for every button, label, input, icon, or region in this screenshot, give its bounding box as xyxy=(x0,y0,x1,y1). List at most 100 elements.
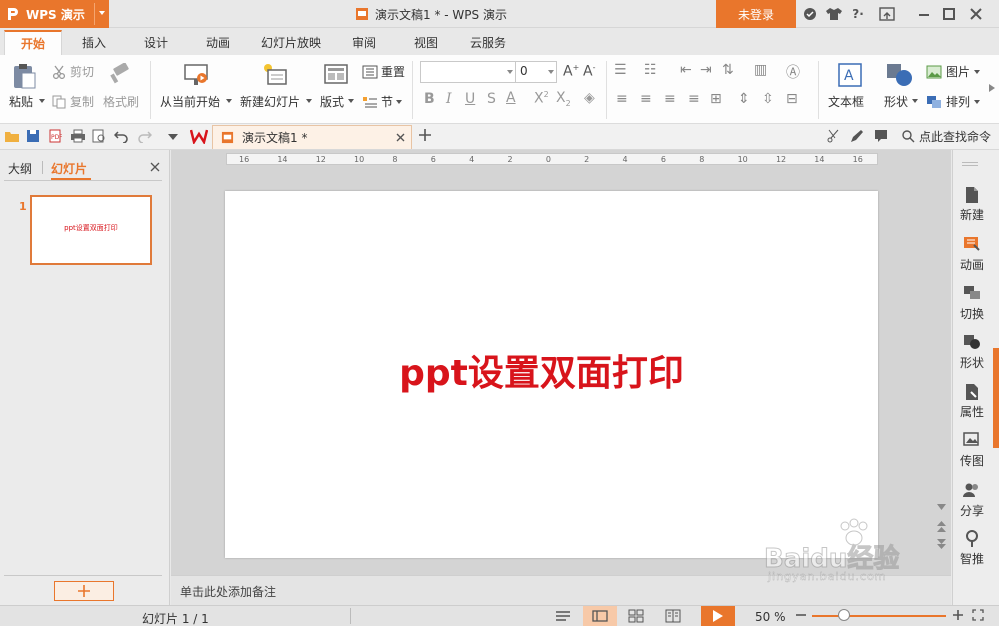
scroll-down-icon[interactable] xyxy=(937,504,946,510)
close-icon[interactable] xyxy=(968,6,984,22)
undo-icon[interactable] xyxy=(114,129,128,143)
side-panel-transition[interactable]: 切换 xyxy=(952,285,992,322)
theme-icon[interactable] xyxy=(824,6,844,22)
zoom-slider-track[interactable] xyxy=(812,615,946,617)
zoom-out-icon[interactable] xyxy=(795,609,807,621)
text-fit-icon[interactable]: Ⓐ xyxy=(786,62,800,82)
comment-icon[interactable] xyxy=(874,129,888,143)
format-painter-button[interactable]: 格式刷 xyxy=(103,93,139,110)
format-painter-icon[interactable] xyxy=(108,63,132,85)
paste-icon[interactable] xyxy=(10,62,38,90)
minimize-icon[interactable] xyxy=(916,6,932,22)
grow-font-icon[interactable]: A+ xyxy=(563,63,579,80)
tab-design[interactable]: 设计 xyxy=(132,30,180,55)
drag-handle-icon[interactable] xyxy=(962,162,978,163)
chevron-down-icon[interactable] xyxy=(306,99,312,103)
side-panel-animation[interactable]: 动画 xyxy=(952,236,992,273)
textbox-button[interactable]: 文本框 xyxy=(828,93,864,110)
app-menu-button[interactable]: WPS 演示 xyxy=(0,0,109,28)
picture-button[interactable]: 图片 xyxy=(926,63,981,80)
slide-canvas[interactable]: ppt设置双面打印 xyxy=(225,191,878,558)
document-tab[interactable]: 演示文稿1 * xyxy=(212,125,412,149)
numbering-icon[interactable]: ☷ xyxy=(644,62,657,78)
underline-icon[interactable]: U xyxy=(465,91,475,107)
slide-title[interactable]: ppt设置双面打印 xyxy=(225,344,858,396)
tab-animation[interactable]: 动画 xyxy=(194,30,242,55)
horizontal-ruler[interactable]: 16 14 12 10 8 6 4 2 0 2 4 6 8 10 12 14 16 xyxy=(226,153,878,165)
tab-slideshow[interactable]: 幻灯片放映 xyxy=(254,30,328,55)
layout-button[interactable]: 版式 xyxy=(320,93,344,110)
draw-icon[interactable] xyxy=(850,129,864,143)
slide-sorter-icon[interactable] xyxy=(628,609,644,623)
side-panel-new[interactable]: 新建 xyxy=(952,186,992,223)
restore-up-icon[interactable] xyxy=(879,6,895,22)
italic-icon[interactable]: I xyxy=(446,91,452,107)
cut-tool-icon[interactable] xyxy=(826,129,840,143)
command-search[interactable]: 点此查找命令 xyxy=(902,128,991,145)
maximize-icon[interactable] xyxy=(941,6,957,22)
new-tab-icon[interactable] xyxy=(418,128,432,142)
shadow-text-icon[interactable]: S xyxy=(487,91,496,107)
reading-view-icon[interactable] xyxy=(665,609,681,623)
chevron-down-icon[interactable] xyxy=(98,9,106,17)
wps-home-icon[interactable] xyxy=(190,128,208,144)
tab-cloud[interactable]: 云服务 xyxy=(460,30,516,55)
bullets-icon[interactable]: ☰ xyxy=(614,62,627,78)
slideshow-from-current-icon[interactable] xyxy=(183,62,209,88)
paste-button[interactable]: 粘贴 xyxy=(9,93,33,110)
save-icon[interactable] xyxy=(26,129,40,143)
paragraph-spacing-icon[interactable]: ⇳ xyxy=(762,91,774,107)
font-color-icon[interactable]: A xyxy=(506,90,516,106)
slide-thumbnail[interactable]: ppt设置双面打印 xyxy=(30,195,152,265)
align-left-icon[interactable]: ≡ xyxy=(616,91,628,107)
play-slideshow-button[interactable] xyxy=(701,606,735,626)
notes-toggle-icon[interactable] xyxy=(555,610,571,622)
normal-view-button[interactable] xyxy=(583,606,617,626)
superscript-icon[interactable]: X2 xyxy=(534,90,549,107)
chevron-down-icon[interactable] xyxy=(39,99,45,103)
close-pane-icon[interactable] xyxy=(150,162,160,172)
align-center-icon[interactable]: ≡ xyxy=(640,91,652,107)
from-current-button[interactable]: 从当前开始 xyxy=(160,93,220,110)
side-panel-shape[interactable]: 形状 xyxy=(952,334,992,371)
reset-button[interactable]: 重置 xyxy=(362,63,405,80)
skin-icon[interactable] xyxy=(802,6,818,22)
text-direction-icon[interactable]: ⇅ xyxy=(722,62,734,78)
open-folder-icon[interactable] xyxy=(4,129,20,143)
tab-outline[interactable]: 大纲 xyxy=(8,160,32,177)
decrease-indent-icon[interactable]: ⇤ xyxy=(680,62,692,78)
distribute-icon[interactable]: ⊞ xyxy=(710,91,722,107)
print-preview-icon[interactable] xyxy=(92,129,106,143)
side-panel-smart-push[interactable]: 智推 xyxy=(952,530,992,567)
fit-window-icon[interactable] xyxy=(972,609,984,621)
justify-icon[interactable]: ≡ xyxy=(688,91,700,107)
side-panel-share[interactable]: 分享 xyxy=(952,482,992,519)
font-name-combo[interactable] xyxy=(420,61,516,83)
increase-indent-icon[interactable]: ⇥ xyxy=(700,62,712,78)
bold-icon[interactable]: B xyxy=(424,91,435,107)
redo-icon[interactable] xyxy=(138,129,152,143)
chevron-down-icon[interactable] xyxy=(548,70,554,74)
textbox-icon[interactable]: A xyxy=(838,63,862,87)
line-spacing-icon[interactable]: ⇕ xyxy=(738,91,750,107)
shrink-font-icon[interactable]: A- xyxy=(583,63,595,80)
subscript-icon[interactable]: X2 xyxy=(556,90,571,108)
cut-button[interactable]: 剪切 xyxy=(52,63,94,80)
new-slide-icon[interactable] xyxy=(262,62,288,88)
vertical-align-icon[interactable]: ⊟ xyxy=(786,91,798,107)
layout-icon[interactable] xyxy=(324,63,348,87)
ribbon-scroll-icon[interactable] xyxy=(989,84,995,92)
section-button[interactable]: 节 xyxy=(362,93,403,110)
close-tab-icon[interactable] xyxy=(396,133,405,142)
chevron-down-icon[interactable] xyxy=(912,99,918,103)
tab-slides[interactable]: 幻灯片 xyxy=(51,160,87,177)
export-pdf-icon[interactable]: PDF xyxy=(48,129,62,143)
tab-review[interactable]: 审阅 xyxy=(340,30,388,55)
shape-button[interactable]: 形状 xyxy=(884,93,908,110)
panel-expand-tab[interactable] xyxy=(993,348,999,448)
shapes-icon[interactable] xyxy=(886,62,914,88)
clear-format-icon[interactable]: ◈ xyxy=(584,90,595,106)
arrange-button[interactable]: 排列 xyxy=(926,93,981,110)
print-icon[interactable] xyxy=(70,129,86,143)
zoom-in-icon[interactable] xyxy=(952,609,964,621)
